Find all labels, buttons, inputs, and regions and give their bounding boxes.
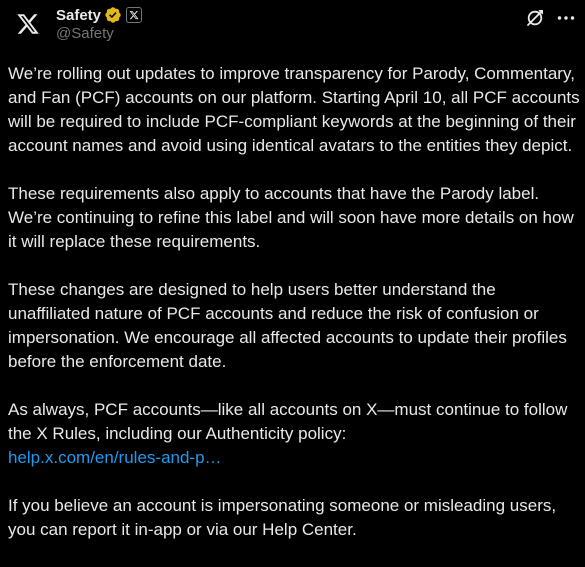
rules-link[interactable]: help.x.com/en/rules-and-p… [8, 448, 222, 467]
post-paragraph: We’re rolling out updates to improve tra… [8, 64, 585, 155]
post: Safety @Safety We’re rolling out updates… [0, 0, 585, 567]
post-paragraph: If you believe an account is impersonati… [8, 496, 561, 539]
more-dots-icon[interactable] [556, 8, 576, 28]
grok-icon[interactable] [525, 8, 545, 28]
author-name-row: Safety [56, 5, 143, 25]
affiliate-badge[interactable] [126, 7, 143, 23]
post-body: We’re rolling out updates to improve tra… [8, 62, 580, 542]
post-paragraph: These requirements also apply to account… [8, 184, 579, 251]
post-paragraph-text: As always, PCF accounts—like all account… [8, 400, 573, 443]
post-paragraph-with-link: As always, PCF accounts—like all account… [8, 398, 580, 470]
avatar[interactable] [8, 4, 48, 44]
post-paragraph: These changes are designed to help users… [8, 280, 572, 371]
post-header: Safety @Safety [0, 0, 585, 54]
x-logo-icon [129, 10, 139, 20]
x-logo-icon [17, 14, 39, 34]
author-handle[interactable]: @Safety [56, 25, 114, 42]
author-display-name[interactable]: Safety [56, 7, 101, 24]
verified-badge-icon [104, 6, 122, 24]
